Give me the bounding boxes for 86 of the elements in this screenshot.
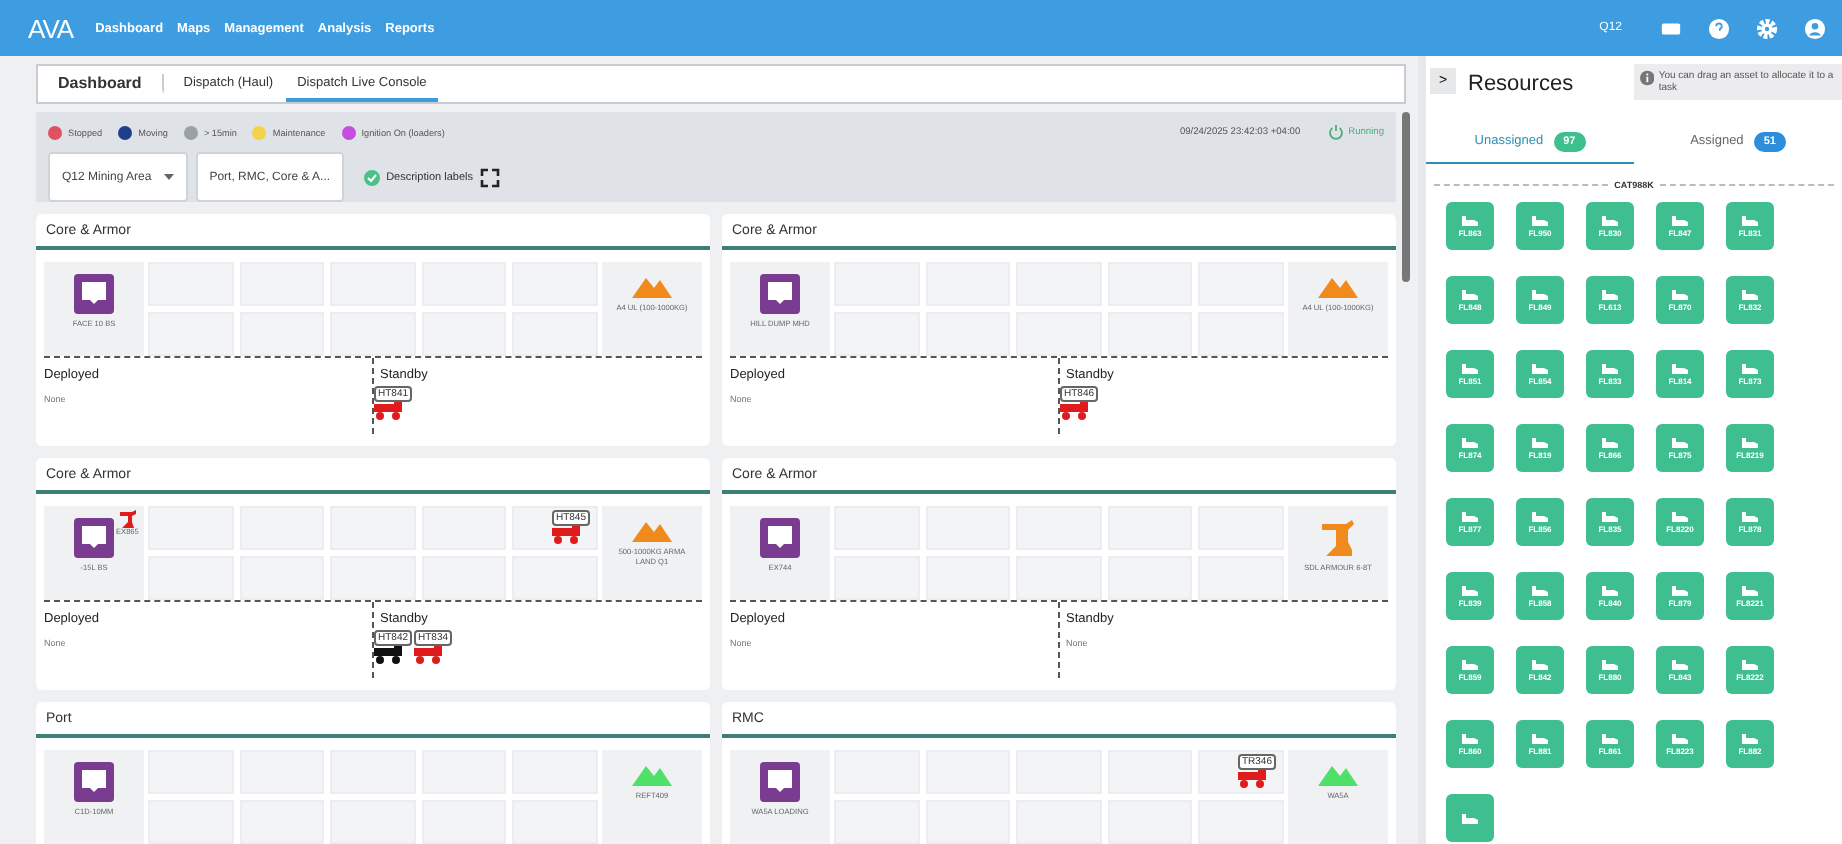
dozer-icon [1462, 585, 1478, 595]
dozer-icon [1602, 289, 1618, 299]
excavator-icon [119, 510, 136, 528]
stockpile-icon [632, 762, 672, 786]
dozer-icon [1462, 659, 1478, 669]
asset-tile[interactable] [1446, 794, 1494, 842]
settings-icon[interactable] [1756, 17, 1778, 39]
panel-title: Resources [1468, 72, 1574, 96]
truck-icon [374, 402, 404, 420]
dozer-icon [1532, 215, 1548, 225]
dozer-icon [1462, 363, 1478, 373]
slot-cell [1198, 556, 1284, 600]
dozer-icon [1742, 437, 1758, 447]
dozer-icon [1742, 511, 1758, 521]
dozer-icon [1532, 659, 1548, 669]
info-icon [1640, 70, 1655, 86]
dozer-icon [1672, 659, 1688, 669]
dozer-icon [1742, 215, 1758, 225]
slot-cell [834, 556, 920, 600]
dozer-icon [1672, 289, 1688, 299]
slot-cell [1107, 556, 1193, 600]
dozer-icon [1462, 733, 1478, 743]
slot-cell [1107, 312, 1193, 356]
scrollbar[interactable] [1402, 112, 1410, 282]
slot-cell [512, 556, 598, 600]
truck-icon [1237, 770, 1268, 788]
slot-cell [512, 312, 598, 356]
stockpile-icon [632, 518, 672, 542]
truck-icon [414, 646, 445, 664]
dozer-icon [1742, 363, 1758, 373]
slot-cell [1016, 312, 1102, 356]
dozer-icon [1672, 585, 1688, 595]
stockpile-icon [632, 274, 672, 298]
slot-cell [421, 556, 507, 600]
slot-cell [925, 312, 1011, 356]
truck-icon [1060, 402, 1090, 420]
user-icon[interactable] [1804, 17, 1826, 39]
stockpile-icon [1318, 762, 1358, 786]
slot-cell [239, 312, 325, 356]
dozer-icon [1742, 733, 1758, 743]
slot-cell [834, 312, 920, 356]
dozer-icon [1602, 659, 1618, 669]
stockpile-icon [1318, 274, 1358, 298]
dozer-icon [1532, 363, 1548, 373]
excavator-icon [1320, 518, 1356, 558]
power-icon [1328, 124, 1345, 140]
slot-cell [421, 312, 507, 356]
dozer-icon [1602, 585, 1618, 595]
dozer-icon [1462, 813, 1478, 823]
slot-cell [1198, 312, 1284, 356]
caret-icon [163, 174, 174, 180]
dozer-icon [1672, 215, 1688, 225]
dozer-icon [1602, 437, 1618, 447]
dozer-icon [1672, 511, 1688, 521]
truck-icon [551, 526, 582, 544]
dozer-icon [1672, 363, 1688, 373]
help-icon[interactable] [1708, 17, 1730, 39]
dozer-icon [1602, 363, 1618, 373]
slot-cell [925, 556, 1011, 600]
dozer-icon [1742, 585, 1758, 595]
dozer-icon [1462, 215, 1478, 225]
dozer-icon [1462, 437, 1478, 447]
dozer-icon [1532, 289, 1548, 299]
dozer-icon [1532, 437, 1548, 447]
dozer-icon [1742, 289, 1758, 299]
slot-cell [330, 556, 416, 600]
slot-cell [148, 312, 234, 356]
slot-cell [1016, 556, 1102, 600]
dozer-icon [1602, 733, 1618, 743]
slot-cell [330, 312, 416, 356]
slot-cell [148, 556, 234, 600]
dozer-icon [1672, 437, 1688, 447]
dozer-icon [1742, 659, 1758, 669]
dozer-icon [1462, 511, 1478, 521]
dozer-icon [1602, 215, 1618, 225]
dozer-icon [1672, 733, 1688, 743]
slot-cell [239, 556, 325, 600]
truck-icon [374, 646, 404, 664]
dozer-icon [1532, 585, 1548, 595]
tab[interactable]: Dashboard [38, 74, 164, 94]
logo: AVA [28, 13, 74, 43]
fullscreen-icon[interactable] [480, 167, 501, 187]
dozer-icon [1602, 511, 1618, 521]
dozer-icon [1462, 289, 1478, 299]
dozer-icon [1532, 511, 1548, 521]
dozer-icon [1532, 733, 1548, 743]
